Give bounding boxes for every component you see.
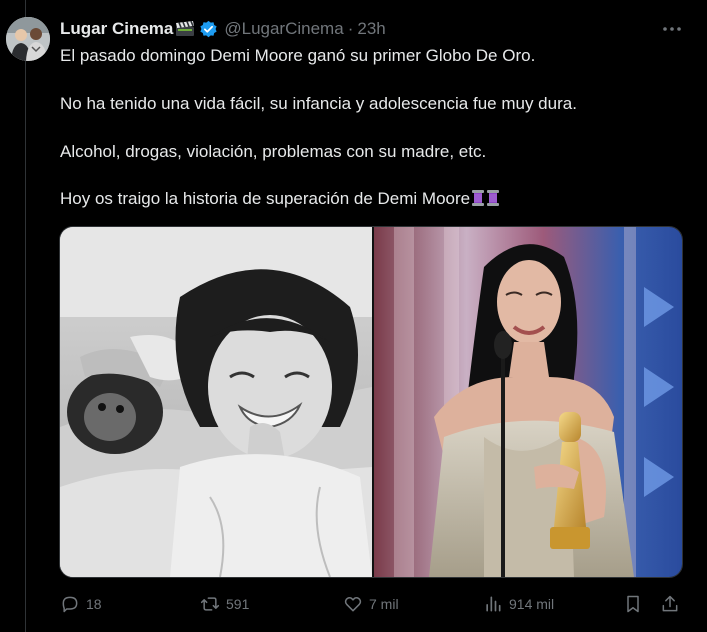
- tweet-header: Lugar Cinema @LugarCinema · 23h: [60, 18, 386, 40]
- repost-count: 591: [226, 596, 250, 612]
- views-count: 914 mil: [509, 596, 555, 612]
- reply-count: 18: [86, 596, 102, 612]
- author-handle[interactable]: @LugarCinema: [224, 19, 343, 39]
- share-icon: [662, 595, 678, 612]
- repost-button[interactable]: 591: [200, 591, 249, 617]
- reply-icon: [62, 596, 78, 613]
- tweet-paragraph: Alcohol, drogas, violación, problemas co…: [60, 142, 487, 161]
- tweet-paragraph: No ha tenido una vida fácil, su infancia…: [60, 94, 577, 113]
- avatar[interactable]: [6, 17, 50, 61]
- tweet-paragraph: Hoy os traigo la historia de superación …: [60, 189, 471, 208]
- verified-badge-icon[interactable]: [199, 20, 218, 39]
- media-photo-childhood[interactable]: [60, 227, 372, 577]
- clapper-board-emoji: [175, 20, 195, 37]
- tweet-media[interactable]: [59, 226, 683, 578]
- tweet[interactable]: Lugar Cinema @LugarCinema · 23h El pasad…: [0, 0, 707, 632]
- more-options-icon[interactable]: [661, 20, 683, 38]
- thread-line: [25, 0, 26, 632]
- thread-spool-emoji: [486, 189, 500, 206]
- bookmark-button[interactable]: [623, 591, 649, 617]
- like-count: 7 mil: [369, 596, 399, 612]
- tweet-timestamp[interactable]: 23h: [357, 19, 385, 39]
- media-photo-award[interactable]: [374, 227, 682, 577]
- header-separator: ·: [347, 19, 354, 38]
- tweet-paragraph-last: Hoy os traigo la historia de superación …: [60, 187, 500, 210]
- views-chart-icon: [486, 596, 501, 612]
- repost-icon: [200, 597, 220, 611]
- author-name[interactable]: Lugar Cinema: [60, 19, 173, 39]
- tweet-actions: 18 591 7 mil 914 mil: [60, 591, 680, 617]
- heart-icon: [344, 597, 362, 612]
- bookmark-icon: [627, 595, 639, 613]
- thread-spool-emoji: [471, 189, 485, 206]
- like-button[interactable]: 7 mil: [343, 591, 399, 617]
- reply-button[interactable]: 18: [60, 591, 102, 617]
- views-button[interactable]: 914 mil: [483, 591, 554, 617]
- share-button[interactable]: [660, 591, 686, 617]
- tweet-paragraph: El pasado domingo Demi Moore ganó su pri…: [60, 46, 536, 65]
